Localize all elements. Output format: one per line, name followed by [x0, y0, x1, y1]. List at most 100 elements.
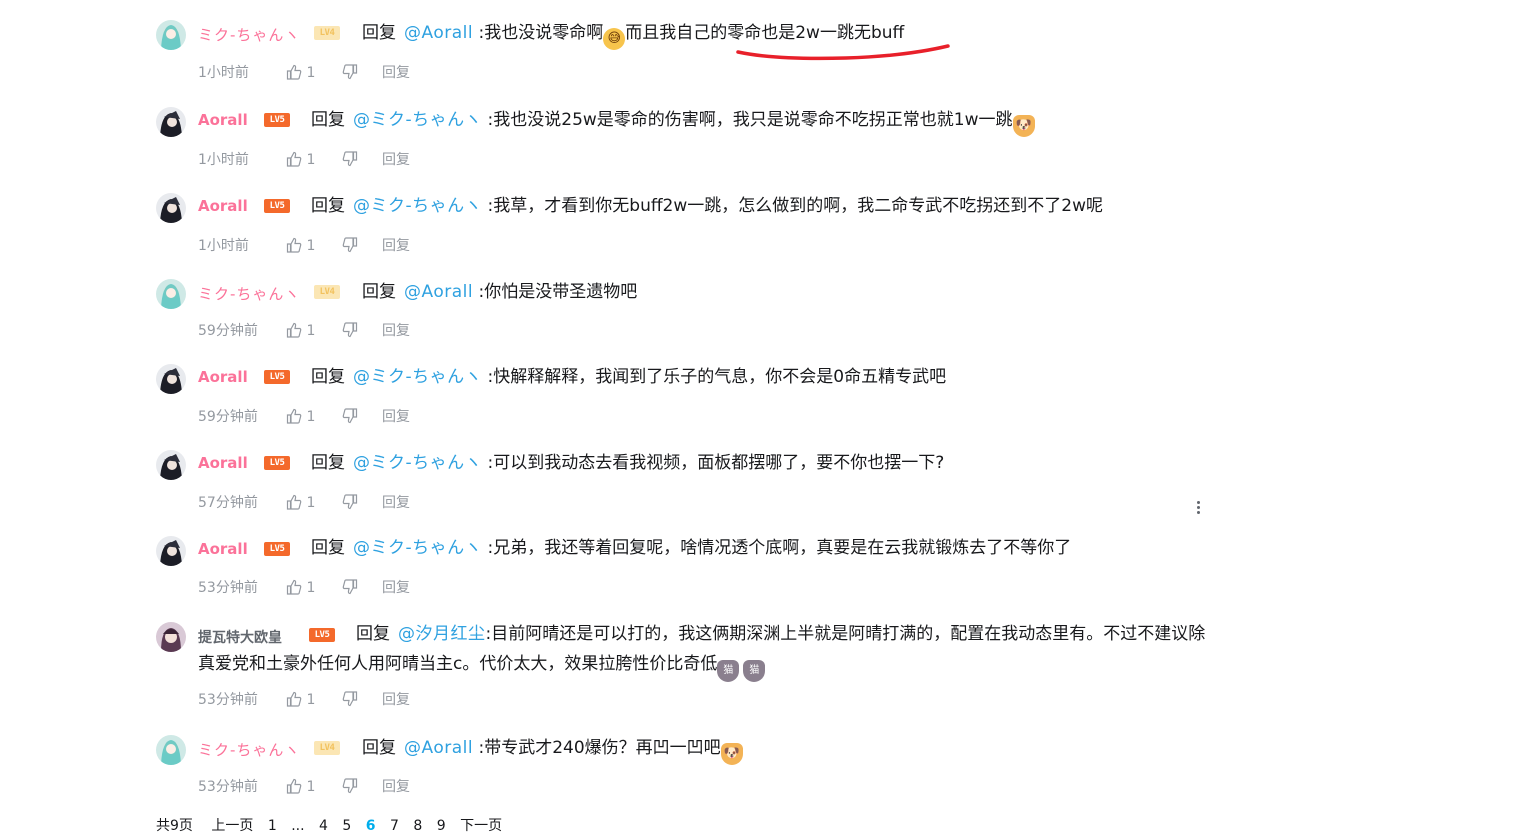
reply-word: 回复 — [362, 23, 396, 43]
like-button[interactable]: 1 — [286, 322, 342, 339]
page-link[interactable]: 4 — [319, 818, 328, 834]
like-count: 1 — [306, 151, 316, 168]
username[interactable]: ミク-ちゃんヽ — [198, 283, 300, 304]
user-avatar[interactable] — [156, 450, 186, 480]
dislike-button[interactable] — [342, 493, 382, 511]
username[interactable]: ミク-ちゃんヽ — [198, 24, 300, 45]
user-avatar[interactable] — [156, 279, 186, 309]
username[interactable]: Aorall — [198, 111, 248, 129]
more-options-icon[interactable] — [1192, 499, 1204, 519]
reply-word: 回复 — [311, 367, 345, 387]
user-avatar[interactable] — [156, 536, 186, 566]
thumbs-up-icon — [286, 778, 302, 794]
thumbs-up-icon — [286, 691, 302, 707]
mention-link[interactable]: @Aorall — [404, 282, 473, 302]
level-badge: LV5 — [264, 456, 290, 470]
level-badge: LV4 — [314, 26, 340, 40]
page-link[interactable]: 1 — [268, 818, 277, 834]
reply-button[interactable]: 回复 — [382, 492, 410, 512]
user-avatar[interactable] — [156, 735, 186, 765]
dislike-button[interactable] — [342, 150, 382, 168]
mention-link[interactable]: @Aorall — [404, 738, 473, 758]
like-button[interactable]: 1 — [286, 494, 342, 511]
page-link[interactable]: 7 — [390, 818, 399, 834]
thumbs-down-icon — [342, 777, 358, 793]
like-button[interactable]: 1 — [286, 408, 342, 425]
comment-text-part: :可以到我动态去看我视频，面板都摆哪了，要不你也摆一下? — [487, 453, 945, 473]
dislike-button[interactable] — [342, 690, 382, 708]
dislike-button[interactable] — [342, 578, 382, 596]
reply-button[interactable]: 回复 — [382, 577, 410, 597]
user-avatar[interactable] — [156, 364, 186, 394]
mention-link[interactable]: @汐月红尘 — [398, 624, 486, 644]
like-button[interactable]: 1 — [286, 778, 342, 795]
comment-text: 回复 @汐月红尘:目前阿晴还是可以打的，我这俩期深渊上半就是阿晴打满的，配置在我动… — [356, 623, 1205, 645]
user-avatar[interactable] — [156, 107, 186, 137]
like-button[interactable]: 1 — [286, 151, 342, 168]
comment-text-part: :带专武才240爆伤？再凹一凹吧 — [478, 738, 721, 758]
pagination: 共9页 上一页 1 ... 4 5 6 7 8 9 下一页 — [156, 815, 512, 835]
comment-text-part: :你怕是没带圣遗物吧 — [478, 282, 638, 302]
prev-page-link[interactable]: 上一页 — [211, 815, 253, 835]
mention-link[interactable]: @ミク-ちゃんヽ — [353, 367, 482, 387]
next-page-link[interactable]: 下一页 — [460, 815, 502, 835]
like-button[interactable]: 1 — [286, 64, 342, 81]
like-count: 1 — [306, 408, 316, 425]
page-link[interactable]: 8 — [413, 818, 422, 834]
user-avatar[interactable] — [156, 622, 186, 652]
mention-link[interactable]: @ミク-ちゃんヽ — [353, 196, 482, 216]
dislike-button[interactable] — [342, 63, 382, 81]
page-link[interactable]: 9 — [437, 818, 446, 834]
username[interactable]: Aorall — [198, 197, 248, 215]
comment-meta: 53分钟前 1 回复 — [198, 776, 410, 796]
timestamp: 59分钟前 — [198, 323, 258, 339]
level-badge: LV5 — [264, 370, 290, 384]
dislike-button[interactable] — [342, 407, 382, 425]
comment-text-part: :兄弟，我还等着回复呢，啥情况透个底啊，真要是在云我就锻炼去了不等你了 — [487, 538, 1072, 558]
cat-face-icon: 猫 — [743, 660, 766, 682]
reply-button[interactable]: 回复 — [382, 235, 410, 255]
like-button[interactable]: 1 — [286, 237, 342, 254]
comment-text: 回复 @ミク-ちゃんヽ :我也没说25w是零命的伤害啊，我只是说零命不吃拐正常也就… — [311, 109, 1035, 137]
level-badge: LV5 — [309, 628, 335, 642]
username[interactable]: Aorall — [198, 368, 248, 386]
cat-face-icon: 猫 — [717, 660, 740, 682]
reply-button[interactable]: 回复 — [382, 62, 410, 82]
reply-button[interactable]: 回复 — [382, 149, 410, 169]
like-count: 1 — [306, 64, 316, 81]
mention-link[interactable]: @ミク-ちゃんヽ — [353, 538, 482, 558]
level-badge: LV5 — [264, 113, 290, 127]
like-button[interactable]: 1 — [286, 579, 342, 596]
comment-text-continued: 真爱党和土豪外任何人用阿晴当主c。代价太大，效果拉胯性价比奇低猫猫 — [198, 653, 766, 682]
like-button[interactable]: 1 — [286, 691, 342, 708]
dislike-button[interactable] — [342, 321, 382, 339]
mention-link[interactable]: @ミク-ちゃんヽ — [353, 453, 482, 473]
username[interactable]: 提瓦特大欧皇 — [198, 627, 282, 647]
comment-meta: 59分钟前 1 回复 — [198, 406, 410, 426]
reply-button[interactable]: 回复 — [382, 776, 410, 796]
username[interactable]: ミク-ちゃんヽ — [198, 739, 300, 760]
comment-text: 回复 @ミク-ちゃんヽ :快解释解释，我闻到了乐子的气息，你不会是0命五精专武吧 — [311, 366, 946, 388]
page-link[interactable]: 5 — [342, 818, 351, 834]
page-total: 共9页 — [156, 818, 193, 834]
dislike-button[interactable] — [342, 236, 382, 254]
mention-link[interactable]: @Aorall — [404, 23, 473, 43]
like-count: 1 — [306, 778, 316, 795]
user-avatar[interactable] — [156, 20, 186, 50]
timestamp: 53分钟前 — [198, 779, 258, 795]
comment-meta: 1小时前 1 回复 — [198, 235, 410, 255]
reply-button[interactable]: 回复 — [382, 406, 410, 426]
reply-button[interactable]: 回复 — [382, 320, 410, 340]
dislike-button[interactable] — [342, 777, 382, 795]
comment-meta: 53分钟前 1 回复 — [198, 689, 410, 709]
mention-link[interactable]: @ミク-ちゃんヽ — [353, 110, 482, 130]
user-avatar[interactable] — [156, 193, 186, 223]
reply-word: 回复 — [311, 453, 345, 473]
reply-word: 回复 — [311, 110, 345, 130]
comment-text-part: :我草，才看到你无buff2w一跳，怎么做到的啊，我二命专武不吃拐还到不了2w呢 — [487, 196, 1103, 216]
like-count: 1 — [306, 237, 316, 254]
username[interactable]: Aorall — [198, 540, 248, 558]
username[interactable]: Aorall — [198, 454, 248, 472]
reply-button[interactable]: 回复 — [382, 689, 410, 709]
comment-text: 回复 @ミク-ちゃんヽ :可以到我动态去看我视频，面板都摆哪了，要不你也摆一下? — [311, 452, 944, 474]
